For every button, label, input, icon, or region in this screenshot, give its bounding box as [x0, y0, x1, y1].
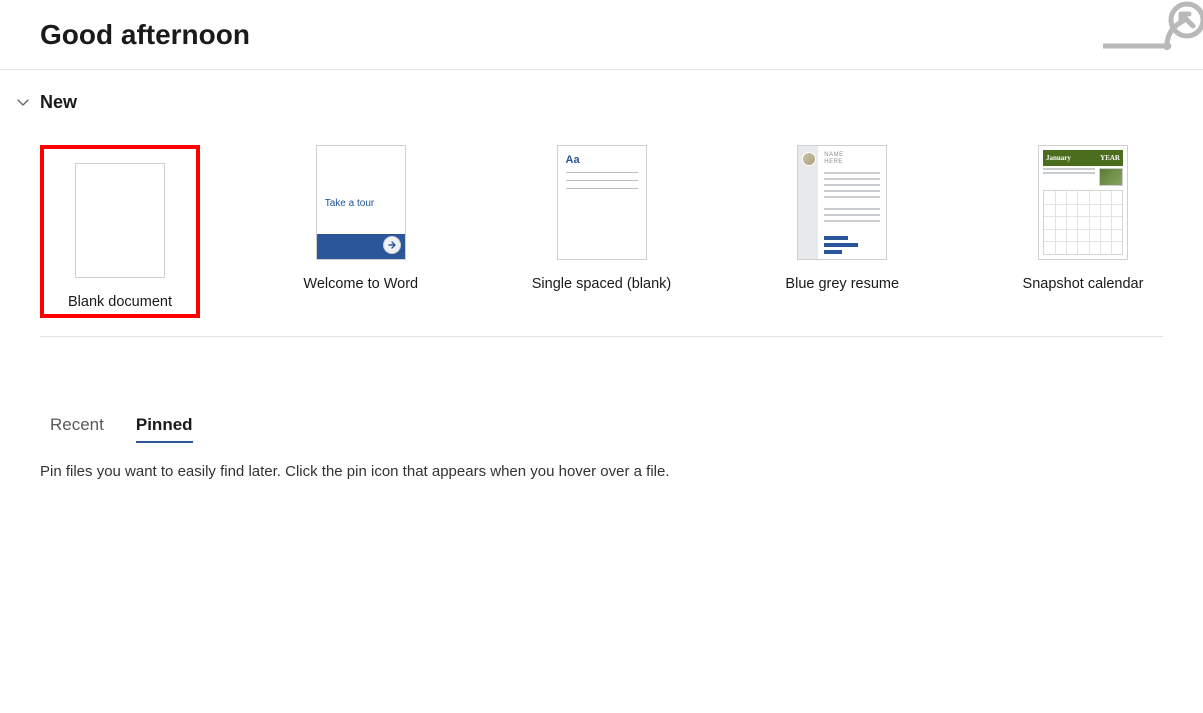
calendar-head: January YEAR [1043, 150, 1123, 166]
template-thumb-resume: NAME HERE [797, 145, 887, 260]
template-thumb-blank [75, 163, 165, 278]
divider [40, 336, 1163, 337]
new-section-header[interactable]: New [16, 70, 1163, 117]
new-section-title: New [40, 92, 77, 113]
resume-name-placeholder: NAME HERE [824, 152, 843, 166]
template-welcome-to-word[interactable]: Take a tour Welcome to Word [281, 145, 441, 318]
pinned-hint-text: Pin files you want to easily find later.… [40, 443, 1163, 480]
template-thumb-calendar: January YEAR [1038, 145, 1128, 260]
tabs: Recent Pinned [40, 415, 1163, 443]
arrow-right-icon [383, 236, 401, 254]
template-snapshot-calendar[interactable]: January YEAR Snapshot calendar [1003, 145, 1163, 318]
tour-text: Take a tour [325, 198, 374, 209]
recent-pinned-section: Recent Pinned Pin files you want to easi… [0, 415, 1203, 480]
templates-row: Blank document Take a tour Welcome to Wo… [40, 117, 1163, 336]
calendar-photo-icon [1099, 168, 1123, 186]
template-thumb-single-spaced: Aa [557, 145, 647, 260]
calendar-grid [1043, 190, 1123, 255]
template-label: Blank document [68, 294, 172, 310]
template-single-spaced[interactable]: Aa Single spaced (blank) [522, 145, 682, 318]
template-label: Welcome to Word [303, 276, 418, 292]
template-thumb-welcome: Take a tour [316, 145, 406, 260]
tab-pinned[interactable]: Pinned [136, 415, 193, 443]
sample-text: Aa [566, 154, 580, 166]
calendar-year: YEAR [1100, 154, 1120, 162]
calendar-month: January [1046, 154, 1071, 162]
template-label: Snapshot calendar [1023, 276, 1144, 292]
tab-recent[interactable]: Recent [50, 415, 104, 443]
greeting-text: Good afternoon [40, 19, 250, 51]
new-section: New Blank document Take a tour Welcome t… [0, 70, 1203, 337]
word-start-page: Good afternoon New Blank document Take a… [0, 0, 1203, 713]
template-blank-document[interactable]: Blank document [40, 145, 200, 318]
template-blue-grey-resume[interactable]: NAME HERE Blue grey resume [762, 145, 922, 318]
chevron-down-icon [16, 96, 30, 110]
template-label: Blue grey resume [785, 276, 899, 292]
header: Good afternoon [0, 0, 1203, 70]
template-label: Single spaced (blank) [532, 276, 671, 292]
